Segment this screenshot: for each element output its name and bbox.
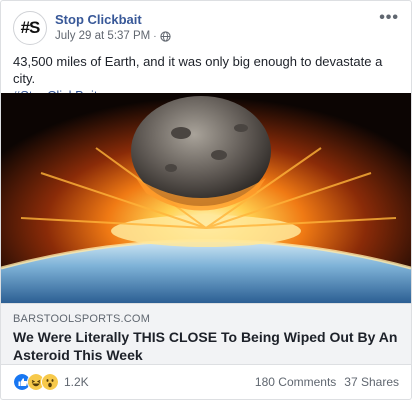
reactions-summary[interactable]: 1.2K — [13, 373, 89, 391]
more-options-icon[interactable]: ••• — [379, 9, 399, 27]
post-card: #S Stop Clickbait July 29 at 5:37 PM · •… — [0, 0, 412, 400]
timestamp-link[interactable]: July 29 at 5:37 PM — [55, 30, 150, 42]
asteroid-impact-image[interactable] — [1, 93, 411, 303]
link-preview[interactable]: BARSTOOLSPORTS.COM We Were Literally THI… — [1, 303, 411, 365]
comments-count-link[interactable]: 180 Comments — [255, 375, 336, 389]
shares-count-link[interactable]: 37 Shares — [344, 375, 399, 389]
wow-icon — [41, 373, 59, 391]
engagement-stats: 180 Comments 37 Shares — [255, 375, 399, 389]
meta-separator: · — [153, 30, 157, 42]
avatar[interactable]: #S — [13, 11, 47, 45]
page-name-link[interactable]: Stop Clickbait — [55, 12, 142, 27]
link-title[interactable]: We Were Literally THIS CLOSE To Being Wi… — [13, 328, 399, 364]
post-meta: July 29 at 5:37 PM · — [55, 30, 171, 42]
post-footer: 1.2K 180 Comments 37 Shares — [13, 367, 399, 397]
link-domain: BARSTOOLSPORTS.COM — [13, 313, 151, 325]
reaction-count[interactable]: 1.2K — [64, 375, 89, 389]
globe-icon — [159, 30, 171, 42]
post-header: #S Stop Clickbait July 29 at 5:37 PM · •… — [13, 9, 401, 47]
post-body-text: 43,500 miles of Earth, and it was only b… — [13, 54, 383, 86]
asteroid-illustration — [1, 93, 411, 303]
